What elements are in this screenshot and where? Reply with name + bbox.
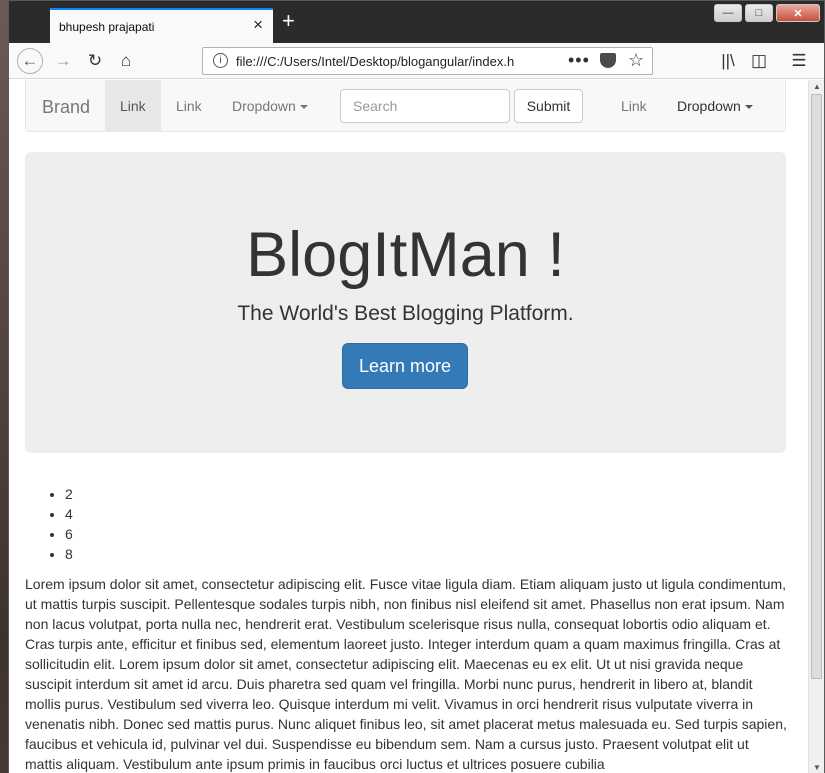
page-subtitle: The World's Best Blogging Platform. [237, 302, 574, 325]
jumbotron: BlogItMan ! The World's Best Blogging Pl… [25, 152, 786, 453]
maximize-icon[interactable]: □ [745, 4, 773, 22]
search-input[interactable] [340, 89, 510, 123]
back-icon[interactable]: ← [17, 48, 43, 74]
nav-right-dropdown-label: Dropdown [677, 98, 741, 114]
learn-more-button[interactable]: Learn more [342, 343, 468, 389]
close-tab-icon[interactable]: × [253, 16, 263, 33]
url-bar[interactable]: i file:///C:/Users/Intel/Desktop/blogang… [202, 47, 653, 75]
submit-button[interactable]: Submit [514, 89, 583, 123]
list-item: 4 [65, 504, 73, 524]
body-text: Lorem ipsum dolor sit amet, consectetur … [25, 576, 787, 772]
info-icon[interactable]: i [213, 53, 228, 68]
nav-right-link[interactable]: Link [621, 98, 647, 114]
list-item: 2 [65, 484, 73, 504]
list-item: 6 [65, 524, 73, 544]
minimize-icon[interactable]: — [714, 4, 742, 22]
tab-strip: bhupesh prajapati × + — □ ✕ [9, 1, 824, 43]
nav-toolbar: ← → ↻ ⌂ i file:///C:/Users/Intel/Desktop… [9, 43, 824, 79]
pocket-icon[interactable] [600, 53, 616, 68]
number-list: 2 4 6 8 [49, 484, 73, 564]
nav-link-active[interactable]: Link [120, 98, 146, 114]
tab-title: bhupesh prajapati [59, 20, 155, 34]
list-item: 8 [65, 544, 73, 564]
nav-dropdown-label: Dropdown [232, 98, 296, 114]
navbar: Brand Link Link Dropdown Submit Link Dro… [25, 80, 786, 132]
reload-icon[interactable]: ↻ [83, 49, 107, 73]
scroll-down-icon[interactable]: ▼ [813, 763, 821, 772]
navbar-brand[interactable]: Brand [42, 97, 90, 118]
page-viewport: Brand Link Link Dropdown Submit Link Dro… [9, 80, 810, 773]
nav-right-dropdown[interactable]: Dropdown [677, 98, 753, 114]
browser-window: bhupesh prajapati × + — □ ✕ ← → ↻ ⌂ i fi… [8, 0, 825, 773]
caret-down-icon [299, 105, 308, 110]
new-tab-icon[interactable]: + [282, 10, 295, 32]
window-controls: — □ ✕ [711, 4, 820, 22]
star-icon[interactable]: ☆ [628, 50, 644, 71]
nav-dropdown[interactable]: Dropdown [232, 98, 308, 114]
scroll-thumb[interactable] [811, 94, 822, 679]
menu-icon[interactable]: ☰ [787, 49, 811, 73]
caret-down-icon [744, 105, 753, 110]
home-icon[interactable]: ⌂ [114, 49, 138, 73]
nav-link[interactable]: Link [176, 98, 202, 114]
library-icon[interactable]: ||\ [716, 49, 740, 73]
close-window-icon[interactable]: ✕ [776, 4, 820, 22]
vertical-scrollbar[interactable]: ▲ ▼ [808, 80, 824, 773]
forward-icon[interactable]: → [51, 49, 75, 73]
scroll-up-icon[interactable]: ▲ [813, 82, 821, 91]
sidebar-icon[interactable]: ◫ [747, 49, 771, 73]
browser-tab[interactable]: bhupesh prajapati × [50, 8, 273, 43]
url-text[interactable]: file:///C:/Users/Intel/Desktop/blogangul… [236, 54, 536, 69]
page-title: BlogItMan ! [246, 220, 565, 290]
more-icon[interactable]: ••• [568, 50, 590, 71]
